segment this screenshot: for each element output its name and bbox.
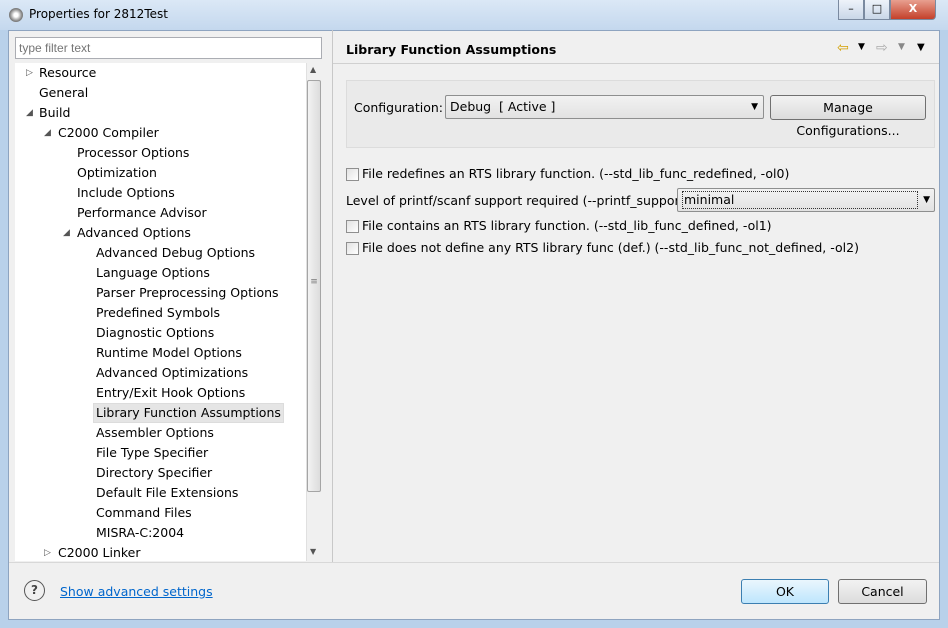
tree-item[interactable]: Advanced Debug Options (96, 243, 255, 263)
expand-arrow-icon[interactable]: ▷ (44, 543, 51, 561)
title-bar: Properties for 2812Test – □ X (0, 0, 948, 30)
tree-item[interactable]: C2000 Compiler (58, 123, 159, 143)
maximize-button[interactable]: □ (864, 0, 890, 20)
window-title: Properties for 2812Test (29, 7, 168, 21)
tree-item[interactable]: Language Options (96, 263, 210, 283)
tree-item[interactable]: File Type Specifier (96, 443, 208, 463)
redefined-checkbox[interactable] (346, 168, 359, 181)
collapse-arrow-icon[interactable]: ◢ (44, 123, 51, 143)
tree-item[interactable]: Include Options (77, 183, 175, 203)
scroll-thumb[interactable]: ≡ (307, 80, 321, 492)
chevron-down-icon: ▼ (923, 195, 930, 205)
collapse-arrow-icon[interactable]: ◢ (26, 103, 33, 123)
redefined-label: File redefines an RTS library function. … (362, 166, 790, 181)
configuration-select[interactable]: Debug [ Active ] ▼ (445, 95, 764, 119)
printf-support-label: Level of printf/scanf support required (… (346, 193, 690, 208)
tree-item[interactable]: Runtime Model Options (96, 343, 242, 363)
chevron-down-icon: ▼ (751, 102, 758, 112)
tree-item[interactable]: Command Files (96, 503, 192, 523)
tree-item[interactable]: General (39, 83, 88, 103)
printf-support-select[interactable]: minimal ▼ (677, 188, 935, 212)
scroll-up-icon[interactable]: ▲ (310, 65, 316, 74)
not-defined-label: File does not define any RTS library fun… (362, 240, 859, 255)
cancel-button[interactable]: Cancel (838, 579, 927, 604)
configuration-value: Debug [ Active ] (450, 99, 556, 114)
tree-item[interactable]: Diagnostic Options (96, 323, 214, 343)
back-menu-icon[interactable]: ▼ (858, 42, 865, 52)
splitter[interactable] (332, 30, 333, 562)
configuration-label: Configuration: (354, 100, 443, 115)
forward-arrow-icon[interactable]: ⇨ (876, 40, 888, 56)
app-icon (9, 8, 23, 22)
settings-tree: ▷ Resource General ◢ Build ◢ C2000 Compiler Pro… (15, 63, 322, 561)
tree-item[interactable]: Advanced Optimizations (96, 363, 248, 383)
printf-support-value: minimal (682, 191, 918, 209)
tree-item[interactable]: Optimization (77, 163, 157, 183)
back-arrow-icon[interactable]: ⇦ (837, 40, 849, 56)
tree-item[interactable]: C2000 Linker (58, 543, 141, 561)
defined-label: File contains an RTS library function. (… (362, 218, 772, 233)
tree-item[interactable]: Resource (39, 63, 96, 83)
tree-item[interactable]: Assembler Options (96, 423, 214, 443)
close-button[interactable]: X (890, 0, 936, 20)
ok-button[interactable]: OK (741, 579, 829, 604)
collapse-arrow-icon[interactable]: ◢ (63, 223, 70, 243)
show-advanced-settings-link[interactable]: Show advanced settings (60, 584, 213, 599)
tree-item[interactable]: Parser Preprocessing Options (96, 283, 279, 303)
tree-item[interactable]: Predefined Symbols (96, 303, 220, 323)
filter-input[interactable] (15, 37, 322, 59)
tree-item[interactable]: Default File Extensions (96, 483, 238, 503)
tree-item[interactable]: MISRA-C:2004 (96, 523, 184, 543)
expand-arrow-icon[interactable]: ▷ (26, 63, 33, 83)
scroll-down-icon[interactable]: ▼ (310, 547, 316, 556)
page-title: Library Function Assumptions (346, 42, 557, 57)
manage-configurations-button[interactable]: Manage Configurations... (770, 95, 926, 138)
tree-item[interactable]: Directory Specifier (96, 463, 212, 483)
not-defined-checkbox[interactable] (346, 242, 359, 255)
tree-item[interactable]: Entry/Exit Hook Options (96, 383, 245, 403)
tree-item[interactable]: Performance Advisor (77, 203, 207, 223)
grip-icon: ≡ (310, 277, 318, 287)
tree-item[interactable]: Processor Options (77, 143, 189, 163)
tree-item[interactable]: Build (39, 103, 70, 123)
help-button[interactable]: ? (24, 580, 45, 601)
tree-item[interactable]: Advanced Options (77, 223, 191, 243)
forward-menu-icon[interactable]: ▼ (898, 42, 905, 52)
minimize-button[interactable]: – (838, 0, 864, 20)
defined-checkbox[interactable] (346, 220, 359, 233)
view-menu-icon[interactable]: ▼ (917, 42, 925, 53)
tree-item[interactable]: Library Function Assumptions (93, 403, 284, 423)
